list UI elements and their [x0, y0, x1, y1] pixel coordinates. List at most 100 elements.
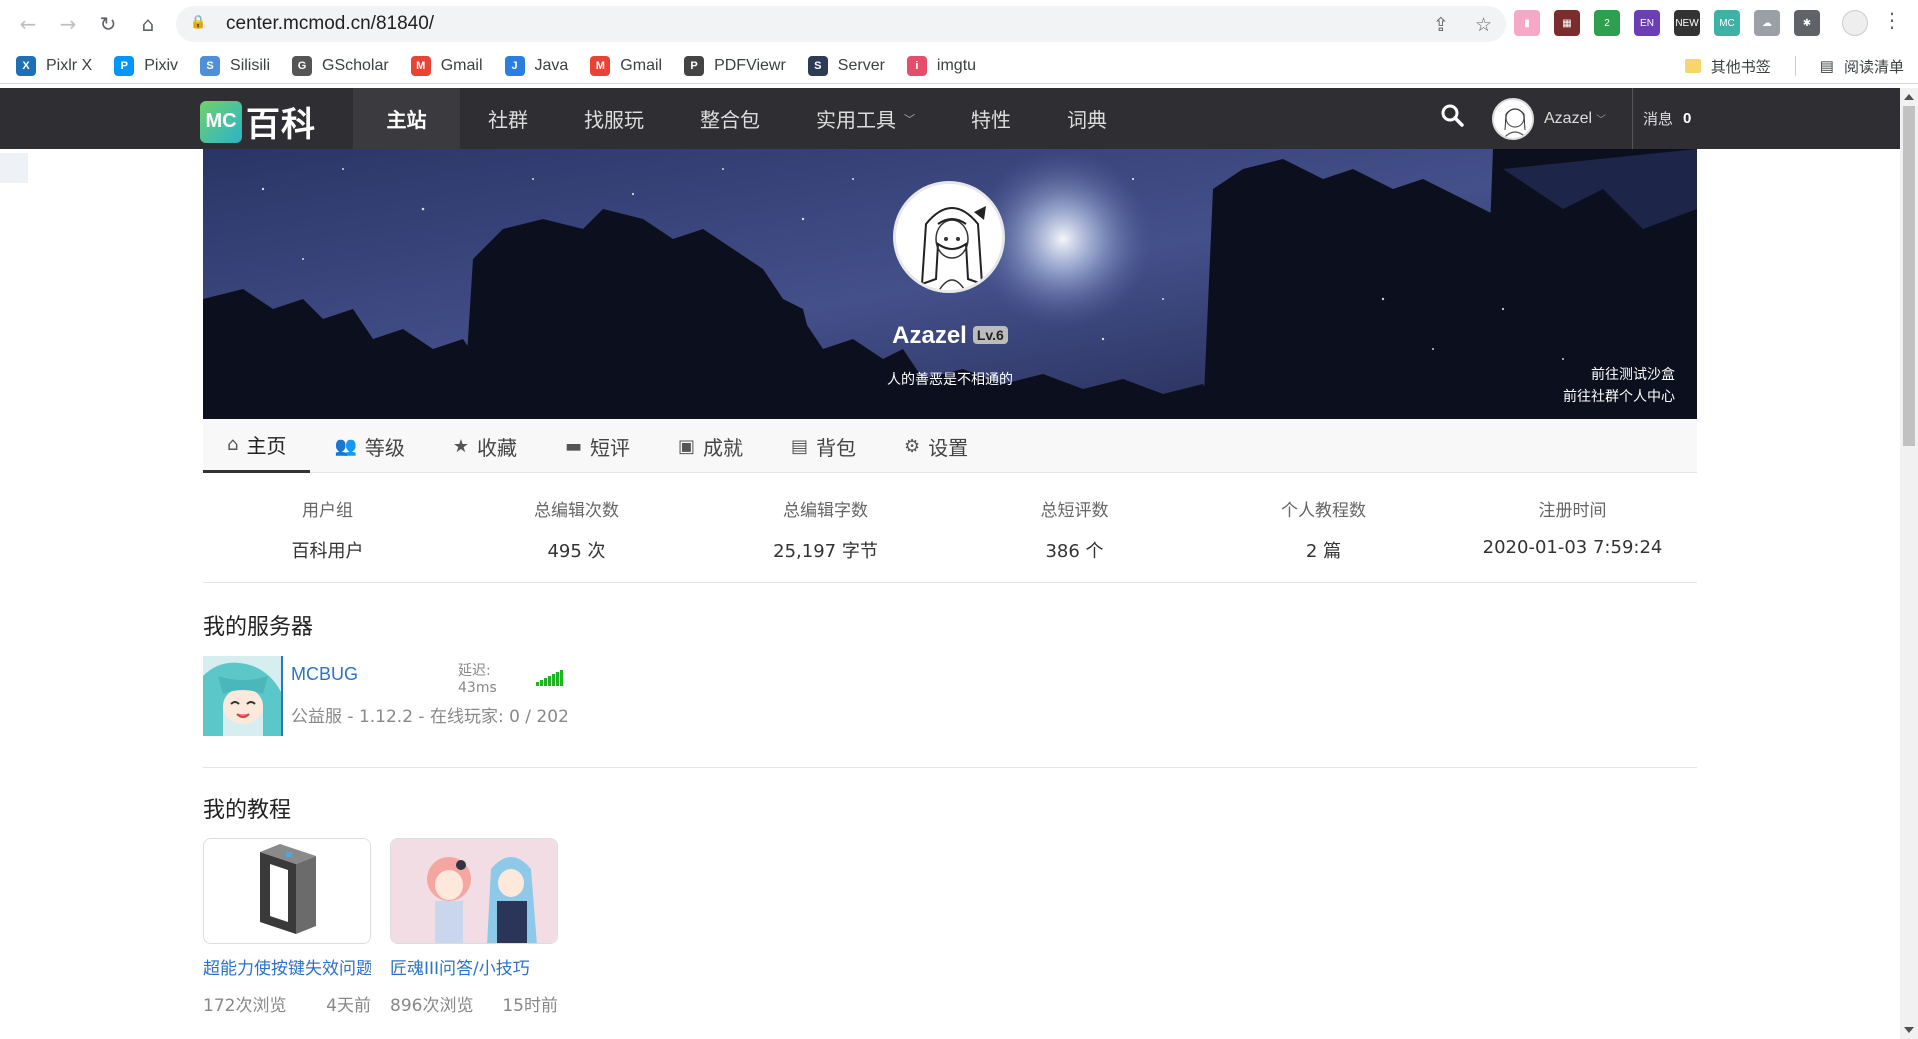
nav-item-label: 实用工具	[816, 108, 896, 132]
lock-icon[interactable]: 🔒	[190, 15, 208, 33]
bookmark-item[interactable]: i imgtu	[906, 55, 976, 76]
share-icon[interactable]: ⇪	[1433, 14, 1449, 36]
username: Azazel	[1544, 109, 1593, 127]
stat-item: 总短评数 386 个	[950, 488, 1199, 582]
menu-icon[interactable]: ⋮	[1882, 8, 1902, 32]
tab-gear[interactable]: ⚙ 设置	[880, 419, 992, 473]
tab-calendar-check[interactable]: ▣ 成就	[654, 419, 767, 473]
tab-home[interactable]: ⌂ 主页	[203, 419, 311, 473]
section-divider	[203, 767, 1697, 768]
server-card[interactable]: MCBUG 延迟: 43ms 公益服 - 1.12.2 - 在线玩家: 0 / …	[203, 656, 567, 736]
bookmark-item[interactable]: S Server	[807, 55, 885, 76]
nav-item[interactable]: 找服玩	[556, 88, 672, 149]
bookmark-item[interactable]: S Silisili	[200, 55, 270, 76]
community-center-link[interactable]: 前往社群个人中心	[1563, 386, 1675, 408]
tutorial-card[interactable]: 匠魂III问答/小技巧 896次浏览 15时前	[390, 838, 558, 1016]
profile-motto: 人的善恶是不相通的	[887, 372, 1013, 388]
tutorial-thumbnail[interactable]	[390, 838, 558, 944]
nav-item-label: 特性	[971, 108, 1011, 132]
profile-avatar[interactable]	[1842, 10, 1868, 36]
mcmod-ext-icon[interactable]: MC	[1714, 10, 1740, 36]
folder-icon	[1684, 59, 1701, 73]
server-image[interactable]	[203, 656, 283, 736]
tab-label: 成就	[703, 435, 744, 460]
stat-label: 用户组	[302, 501, 353, 521]
stat-item: 总编辑字数 25,197 字节	[701, 488, 950, 582]
tab-label: 设置	[928, 435, 969, 460]
calendar-check-icon: ▣	[678, 435, 696, 457]
url-text[interactable]: center.mcmod.cn/81840/	[226, 13, 434, 35]
nav-item[interactable]: 特性	[943, 88, 1039, 149]
tab-label: 背包	[816, 435, 857, 460]
news-ext-icon[interactable]: NEW	[1674, 10, 1700, 36]
nav-item[interactable]: 整合包	[672, 88, 788, 149]
forward-icon[interactable]: →	[48, 4, 88, 44]
bookmark-favicon-icon: P	[114, 55, 135, 76]
tutorial-thumbnail[interactable]	[203, 838, 371, 944]
site-logo[interactable]: MC 百科	[200, 97, 316, 146]
bookmark-item[interactable]: M Gmail	[590, 55, 662, 76]
bookmark-item[interactable]: M Gmail	[410, 55, 483, 76]
tab-label: 短评	[590, 435, 631, 460]
bookmark-item[interactable]: J Java	[504, 55, 568, 76]
tab-users[interactable]: 👥 等级	[310, 419, 428, 473]
nav-item-label: 整合包	[700, 108, 760, 132]
scroll-up-icon[interactable]	[1904, 94, 1914, 100]
grid-ext-icon[interactable]: ▦	[1554, 10, 1580, 36]
reading-list-icon: ▤	[1819, 58, 1834, 75]
bookmark-favicon-icon: S	[807, 55, 828, 76]
nav-item-label: 社群	[488, 108, 528, 132]
sandbox-link[interactable]: 前往测试沙盒	[1563, 364, 1675, 386]
server-name[interactable]: MCBUG	[291, 664, 358, 685]
other-bookmarks[interactable]: 其他书签	[1711, 56, 1771, 77]
tutorial-title[interactable]: 超能力使按键失效问题	[203, 954, 371, 979]
messages-link[interactable]: 消息 0	[1632, 88, 1691, 149]
reload-icon[interactable]: ↻	[88, 4, 128, 44]
nav-item[interactable]: 实用工具 ﹀	[788, 88, 943, 149]
logo-text: 百科	[246, 105, 316, 145]
search-icon[interactable]	[1440, 103, 1480, 134]
server-ping: 延迟: 43ms	[458, 660, 563, 696]
profile-tabs: ⌂ 主页 👥 等级 ★ 收藏 ▬ 短评 ▣ 成就 ▤ 背包 ⚙ 设置	[203, 419, 1697, 473]
stat-item: 用户组 百科用户	[203, 488, 452, 582]
page-scrollbar[interactable]	[1900, 88, 1918, 1039]
extension-icons: ▮ ▦ 2 EN NEW MC ☁ ✱	[1514, 10, 1820, 36]
tutorial-card[interactable]: 超能力使按键失效问题 172次浏览 4天前	[203, 838, 371, 1016]
tutorial-meta: 172次浏览 4天前	[203, 991, 371, 1016]
users-icon: 👥	[334, 435, 357, 457]
nav-item[interactable]: 主站	[353, 88, 460, 149]
bookmark-star-icon[interactable]: ☆	[1475, 14, 1492, 36]
bookmark-item[interactable]: X Pixlr X	[16, 55, 93, 76]
nav-item-label: 词典	[1067, 108, 1107, 132]
back-icon[interactable]: ←	[8, 4, 48, 44]
scrollbar-thumb[interactable]	[1903, 106, 1915, 446]
site-header: MC 百科 主站 社群 找服玩 整合包 实用工具 ﹀ 特性 词典 Azazel ﹀ 消息 0	[0, 88, 1900, 149]
address-bar[interactable]: 🔒 center.mcmod.cn/81840/ ⇪ ☆	[176, 6, 1506, 42]
bookmark-item[interactable]: G GScholar	[292, 55, 389, 76]
reading-list[interactable]: 阅读清单	[1844, 56, 1904, 77]
side-float-tab[interactable]	[0, 153, 28, 183]
nav-item[interactable]: 社群	[460, 88, 556, 149]
translate-ext-icon[interactable]: EN	[1634, 10, 1660, 36]
tab-briefcase[interactable]: ▤ 背包	[767, 419, 880, 473]
home-icon[interactable]: ⌂	[128, 4, 168, 44]
bookmark-ext-icon[interactable]: ▮	[1514, 10, 1540, 36]
scroll-down-icon[interactable]	[1904, 1027, 1914, 1033]
stat-label: 总短评数	[1040, 501, 1109, 521]
puzzle-ext-icon[interactable]: ✱	[1794, 10, 1820, 36]
tab-comment[interactable]: ▬ 短评	[541, 419, 654, 473]
shield-ext-icon[interactable]: 2	[1594, 10, 1620, 36]
cloud-ext-icon[interactable]: ☁	[1754, 10, 1780, 36]
bookmark-favicon-icon: S	[200, 55, 221, 76]
bookmark-favicon-icon: G	[292, 55, 313, 76]
bookmark-label: Pixlr X	[46, 56, 93, 74]
user-avatar[interactable]	[1492, 97, 1534, 140]
tab-star[interactable]: ★ 收藏	[429, 419, 541, 473]
tutorial-title[interactable]: 匠魂III问答/小技巧	[390, 954, 558, 979]
banner-links: 前往测试沙盒 前往社群个人中心	[1563, 364, 1675, 408]
nav-item[interactable]: 词典	[1039, 88, 1135, 149]
nav-item-label: 找服玩	[584, 108, 644, 132]
bookmark-item[interactable]: P PDFViewr	[684, 55, 786, 76]
user-menu[interactable]: Azazel ﹀	[1544, 110, 1606, 128]
bookmark-item[interactable]: P Pixiv	[114, 55, 178, 76]
